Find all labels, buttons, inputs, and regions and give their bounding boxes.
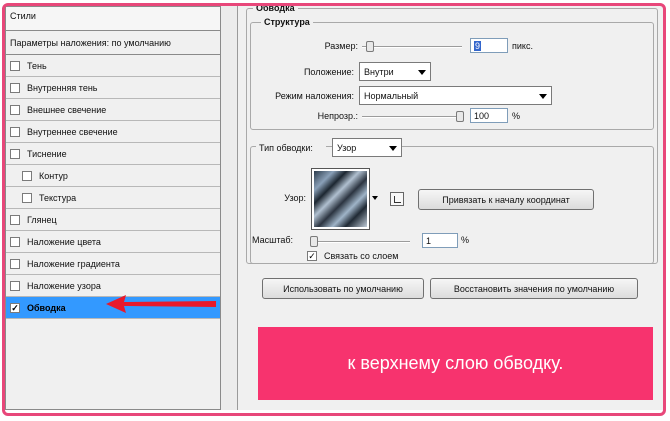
scale-slider-track[interactable] bbox=[310, 241, 410, 243]
style-item[interactable]: Тиснение bbox=[6, 143, 220, 165]
styles-panel: Стили Параметры наложения: по умолчанию … bbox=[5, 6, 221, 410]
style-checkbox[interactable] bbox=[10, 60, 20, 71]
opacity-label: Непрозр.: bbox=[317, 111, 358, 121]
style-item-label: Обводка bbox=[27, 302, 66, 313]
size-slider-track[interactable] bbox=[362, 46, 462, 48]
style-item[interactable]: Внутренняя тень bbox=[6, 77, 220, 99]
style-item-label: Тиснение bbox=[27, 148, 67, 159]
fill-type-dropdown[interactable]: Узор bbox=[332, 138, 402, 157]
link-with-layer-label: Связать со слоем bbox=[324, 251, 399, 261]
style-checkbox[interactable]: ✓ bbox=[10, 302, 20, 313]
size-slider-thumb[interactable] bbox=[365, 41, 374, 52]
blending-options-default[interactable]: Параметры наложения: по умолчанию bbox=[6, 31, 220, 55]
chevron-down-icon bbox=[418, 70, 426, 75]
style-item[interactable]: Внутреннее свечение bbox=[6, 121, 220, 143]
structure-group-title: Структура bbox=[261, 17, 313, 27]
style-item-label: Внутренняя тень bbox=[27, 82, 98, 93]
chevron-down-icon bbox=[389, 146, 397, 151]
opacity-input[interactable]: 100 bbox=[470, 108, 508, 123]
layer-style-dialog: Стили Параметры наложения: по умолчанию … bbox=[0, 0, 670, 421]
chevron-down-icon bbox=[539, 94, 547, 99]
link-with-layer-checkbox[interactable]: ✓ bbox=[307, 251, 317, 261]
style-checkbox[interactable] bbox=[22, 170, 32, 181]
size-value: 9 bbox=[474, 41, 482, 51]
style-item-label: Внешнее свечение bbox=[27, 104, 107, 115]
opacity-value: 100 bbox=[474, 111, 490, 121]
link-with-layer-row[interactable]: ✓ Связать со слоем bbox=[307, 251, 398, 261]
scale-slider-thumb[interactable] bbox=[310, 236, 318, 247]
opacity-slider-thumb[interactable] bbox=[456, 111, 464, 122]
style-checkbox[interactable] bbox=[10, 104, 20, 115]
fill-type-value: Узор bbox=[337, 143, 357, 153]
scale-value: 1 bbox=[426, 236, 432, 246]
stroke-group-title: Обводка bbox=[253, 3, 298, 13]
scale-unit: % bbox=[461, 235, 470, 245]
red-arrow-icon bbox=[106, 295, 216, 313]
styles-header[interactable]: Стили bbox=[6, 7, 220, 31]
style-item-label: Наложение узора bbox=[27, 280, 101, 291]
use-default-button[interactable]: Использовать по умолчанию bbox=[262, 278, 424, 299]
style-checkbox[interactable] bbox=[10, 258, 20, 269]
scale-label: Масштаб: bbox=[252, 235, 294, 245]
style-item[interactable]: Внешнее свечение bbox=[6, 99, 220, 121]
blend-mode-dropdown[interactable]: Нормальный bbox=[359, 86, 552, 105]
style-checkbox[interactable] bbox=[10, 214, 20, 225]
position-dropdown[interactable]: Внутри bbox=[359, 62, 431, 81]
scale-input[interactable]: 1 bbox=[422, 233, 458, 248]
style-item-label: Тень bbox=[27, 60, 47, 71]
chevron-down-icon[interactable] bbox=[372, 196, 378, 200]
pattern-label: Узор: bbox=[284, 193, 306, 203]
position-value: Внутри bbox=[364, 67, 394, 77]
fill-type-label: Тип обводки: bbox=[256, 143, 326, 153]
style-item-label: Наложение цвета bbox=[27, 236, 101, 247]
style-item[interactable]: Наложение цвета bbox=[6, 231, 220, 253]
size-unit: пикс. bbox=[512, 41, 533, 51]
size-label: Размер: bbox=[324, 41, 358, 51]
style-list: Тень Внутренняя тень Внешнее свечение Внутр… bbox=[6, 55, 220, 319]
pattern-picker[interactable] bbox=[311, 168, 370, 230]
blend-mode-value: Нормальный bbox=[364, 91, 419, 101]
style-item-label: Глянец bbox=[27, 214, 57, 225]
style-item[interactable]: Текстура bbox=[6, 187, 220, 209]
style-item-label: Наложение градиента bbox=[27, 258, 120, 269]
panel-divider bbox=[221, 6, 238, 410]
reset-default-button[interactable]: Восстановить значения по умолчанию bbox=[430, 278, 638, 299]
style-item-label: Контур bbox=[39, 170, 68, 181]
style-item[interactable]: Контур bbox=[6, 165, 220, 187]
blend-mode-label: Режим наложения: bbox=[275, 91, 354, 101]
size-input[interactable]: 9 bbox=[470, 38, 508, 53]
style-checkbox[interactable] bbox=[10, 148, 20, 159]
style-checkbox[interactable] bbox=[10, 236, 20, 247]
style-checkbox[interactable] bbox=[10, 82, 20, 93]
snap-to-origin-button[interactable]: Привязать к началу координат bbox=[418, 189, 594, 210]
style-item[interactable]: Глянец bbox=[6, 209, 220, 231]
opacity-slider-track[interactable] bbox=[362, 116, 462, 118]
pattern-swatch bbox=[314, 171, 367, 227]
style-item[interactable]: Наложение градиента bbox=[6, 253, 220, 275]
style-item-label: Текстура bbox=[39, 192, 77, 203]
new-preset-icon[interactable] bbox=[390, 192, 404, 206]
style-item[interactable]: Тень bbox=[6, 55, 220, 77]
style-checkbox[interactable] bbox=[10, 126, 20, 137]
style-checkbox[interactable] bbox=[22, 192, 32, 203]
caption-callout: к верхнему слою обводку. bbox=[258, 327, 653, 400]
style-item-label: Внутреннее свечение bbox=[27, 126, 118, 137]
opacity-unit: % bbox=[512, 111, 521, 121]
style-checkbox[interactable] bbox=[10, 280, 20, 291]
position-label: Положение: bbox=[303, 67, 354, 77]
